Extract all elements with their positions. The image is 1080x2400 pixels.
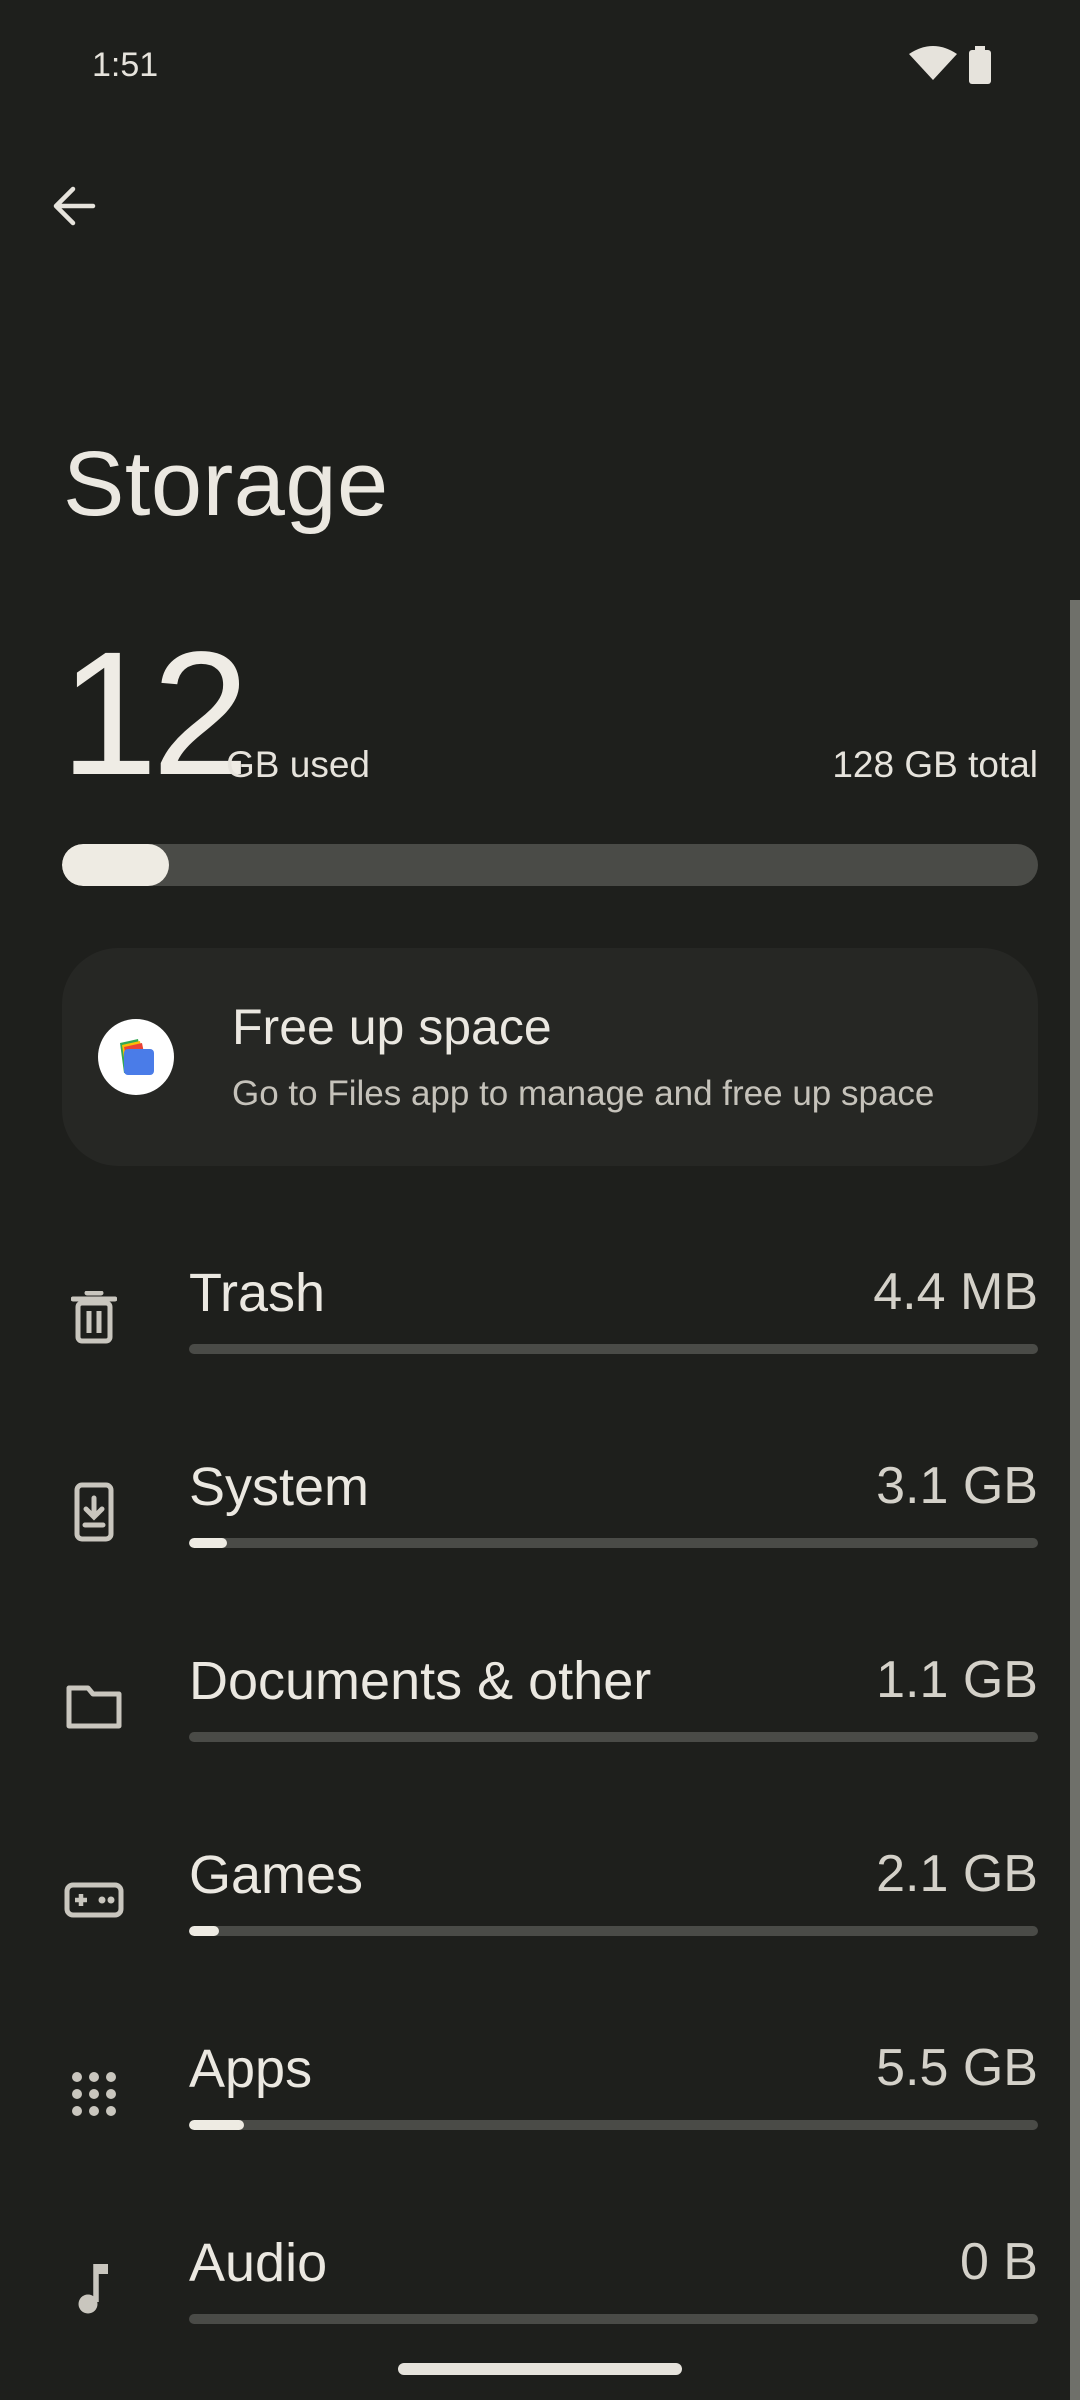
free-up-space-subtitle: Go to Files app to manage and free up sp…	[232, 1074, 935, 1113]
category-usage-bar	[189, 2314, 1038, 2324]
back-button[interactable]	[34, 166, 114, 246]
music-note-icon	[58, 2252, 130, 2324]
category-size: 3.1 GB	[876, 1457, 1038, 1515]
category-label: Audio	[189, 2233, 328, 2293]
category-label: Documents & other	[189, 1651, 652, 1711]
files-app-logo	[120, 1039, 154, 1075]
files-app-icon	[98, 1019, 174, 1095]
storage-usage-bar	[62, 844, 1038, 886]
category-system[interactable]: System 3.1 GB	[0, 1432, 1070, 1626]
category-size: 0 B	[959, 2233, 1038, 2291]
category-usage-fill	[189, 1538, 228, 1548]
category-size: 4.4 MB	[873, 1263, 1038, 1321]
category-size: 2.1 GB	[876, 1845, 1038, 1903]
arrow-back-icon	[53, 186, 96, 226]
trash-icon	[58, 1282, 130, 1354]
category-usage-bar	[189, 1732, 1038, 1742]
used-storage-value: 12	[60, 616, 250, 812]
status-time: 1:51	[92, 46, 159, 84]
category-size: 1.1 GB	[876, 1651, 1038, 1709]
category-games[interactable]: Games 2.1 GB	[0, 1820, 1070, 2014]
system-icon	[58, 1476, 130, 1548]
used-storage-unit: GB used	[226, 744, 370, 785]
free-up-space-title: Free up space	[232, 999, 552, 1055]
storage-usage-bar-fill	[62, 844, 170, 886]
battery-icon	[969, 46, 991, 84]
category-label: Trash	[189, 1263, 326, 1323]
wifi-icon	[909, 46, 957, 80]
category-usage-fill	[189, 2120, 245, 2130]
category-usage-fill	[189, 1926, 219, 1936]
category-label: System	[189, 1457, 370, 1517]
category-apps[interactable]: Apps 5.5 GB	[0, 2014, 1070, 2208]
gamepad-icon	[58, 1864, 130, 1936]
category-trash[interactable]: Trash 4.4 MB	[0, 1238, 1070, 1432]
storage-screen: 1:51 Storage 12 GB used 128 GB total Fre…	[0, 0, 1080, 2400]
category-label: Games	[189, 1845, 364, 1905]
page-title: Storage	[63, 433, 389, 535]
category-usage-bar	[189, 1344, 1038, 1354]
category-label: Apps	[189, 2039, 313, 2099]
category-usage-bar	[189, 1538, 1038, 1548]
gesture-navigation-handle[interactable]	[398, 2363, 682, 2375]
category-usage-bar	[189, 2120, 1038, 2130]
total-storage-label: 128 GB total	[832, 744, 1038, 785]
scrollbar[interactable]	[1070, 600, 1080, 2400]
category-documents-other[interactable]: Documents & other 1.1 GB	[0, 1626, 1070, 1820]
folder-icon	[58, 1670, 130, 1742]
apps-grid-icon	[58, 2058, 130, 2130]
free-up-space-card[interactable]: Free up space Go to Files app to manage …	[62, 948, 1038, 1166]
status-bar: 1:51	[0, 0, 1080, 130]
category-usage-bar	[189, 1926, 1038, 1936]
category-size: 5.5 GB	[876, 2039, 1038, 2097]
